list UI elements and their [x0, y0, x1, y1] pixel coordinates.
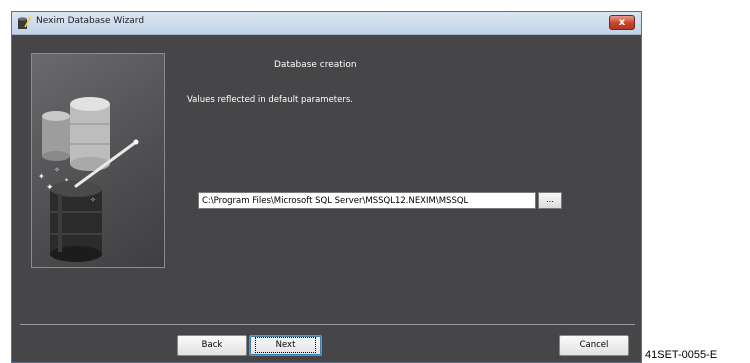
svg-text:✧: ✧	[90, 196, 96, 204]
figure-reference-code: 41SET-0055-E	[645, 349, 718, 361]
next-button[interactable]: Next	[249, 335, 322, 356]
svg-text:✦: ✦	[46, 183, 54, 193]
cancel-button[interactable]: Cancel	[559, 335, 629, 356]
browse-button[interactable]: ...	[538, 192, 562, 209]
wizard-window: Nexim Database Wizard x ✦ ✧ ✦ ✦ ✧ Databa…	[11, 11, 642, 363]
title-bar[interactable]: Nexim Database Wizard x	[12, 12, 641, 35]
database-path-input[interactable]	[198, 192, 536, 209]
database-wizard-wand-icon: ✦ ✧ ✦ ✦ ✧	[31, 53, 165, 268]
back-button[interactable]: Back	[177, 335, 247, 356]
button-separator	[20, 324, 635, 325]
svg-text:✧: ✧	[54, 166, 60, 174]
close-icon: x	[618, 17, 626, 28]
wizard-client-area: ✦ ✧ ✦ ✦ ✧ Database creation Values refle…	[12, 35, 641, 362]
close-button[interactable]: x	[609, 15, 635, 30]
svg-text:✦: ✦	[38, 172, 45, 181]
info-text: Values reflected in default parameters.	[187, 95, 353, 105]
page-heading: Database creation	[274, 60, 357, 70]
next-button-label: Next	[254, 337, 317, 353]
svg-text:✦: ✦	[64, 177, 69, 184]
window-title: Nexim Database Wizard	[36, 16, 145, 26]
wizard-app-icon	[16, 15, 32, 31]
